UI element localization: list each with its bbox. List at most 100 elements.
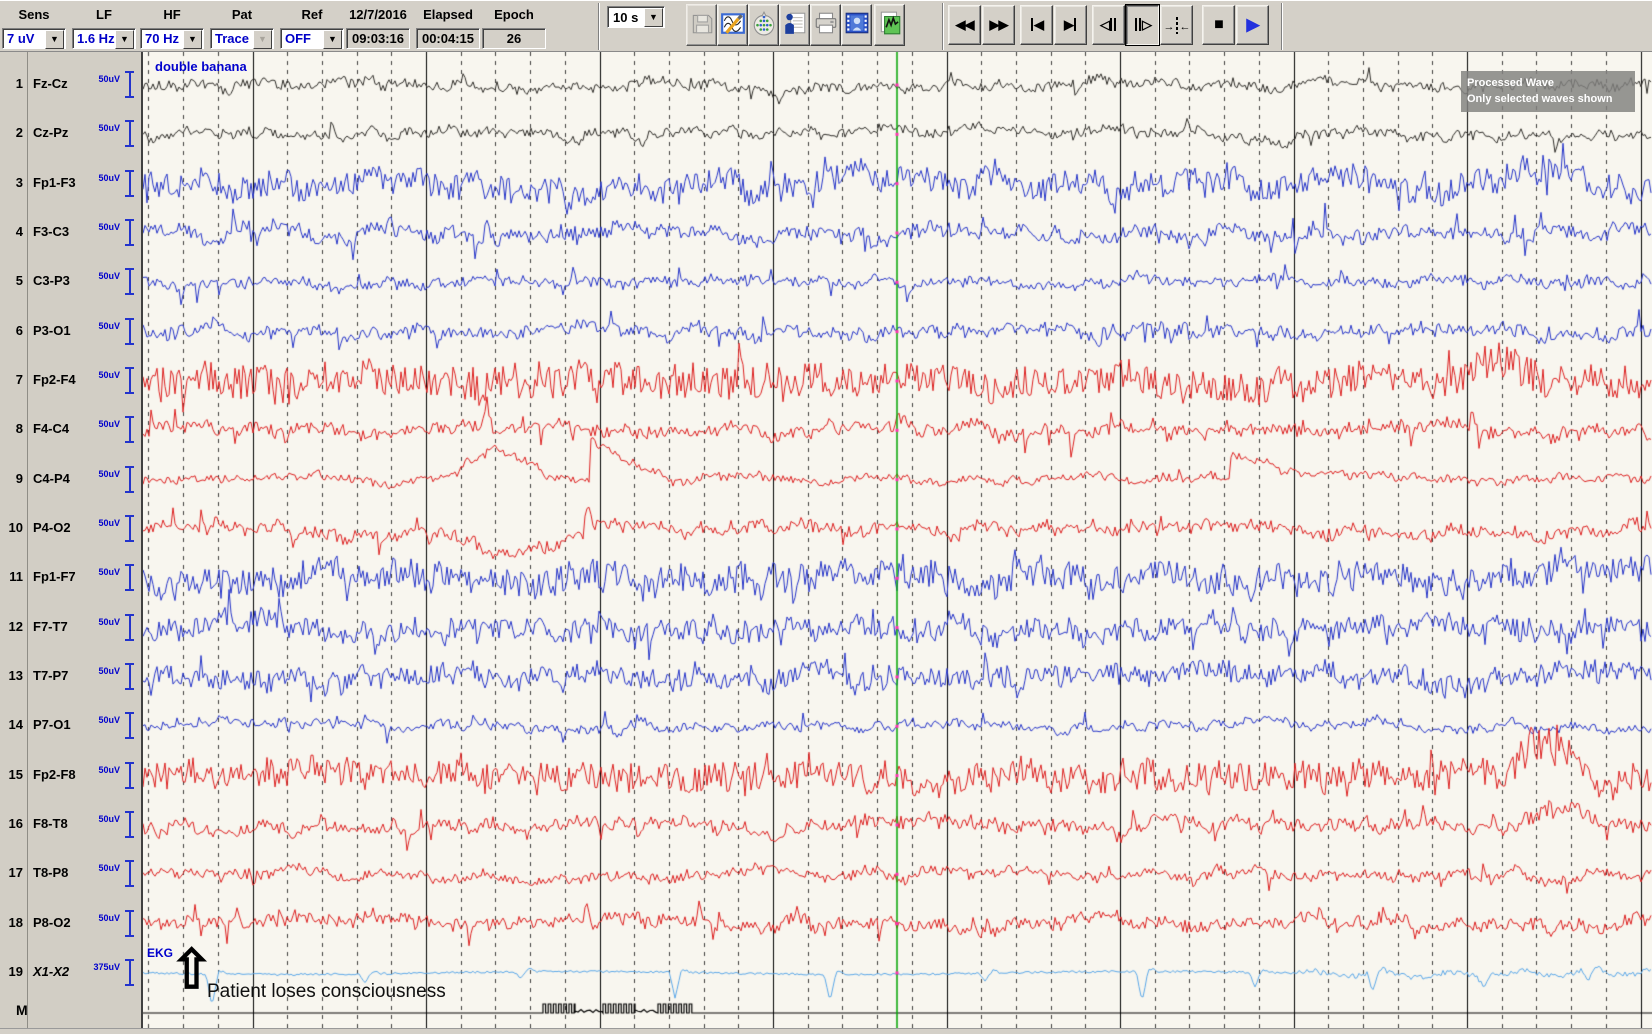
channel-number: 6 xyxy=(0,323,23,338)
channel-name: Fp1-F3 xyxy=(33,175,76,190)
channel-row-P3-O1[interactable]: 6P3-O150uV xyxy=(0,321,141,343)
step-back-icon: ◁ xyxy=(1100,17,1117,33)
channel-name: C4-P4 xyxy=(33,471,70,486)
channel-number: 13 xyxy=(0,668,23,683)
channel-row-P4-O2[interactable]: 10P4-O250uV xyxy=(0,518,141,540)
scale-bracket-icon xyxy=(125,466,134,493)
stop-button[interactable]: ■ xyxy=(1202,5,1235,45)
chevron-down-icon[interactable]: ▼ xyxy=(115,30,134,49)
patient-info-button[interactable] xyxy=(779,4,810,46)
go-to-start-button[interactable]: ◀ xyxy=(1020,5,1053,45)
channel-scale-label: 50uV xyxy=(98,173,120,183)
channel-row-T8-P8[interactable]: 17T8-P850uV xyxy=(0,863,141,885)
marker-row-label: M xyxy=(16,1002,28,1018)
channel-scale-label: 50uV xyxy=(98,518,120,528)
rewind-button[interactable]: ◀◀ xyxy=(948,5,981,45)
channel-scale-label: 50uV xyxy=(98,271,120,281)
channel-number: 17 xyxy=(0,865,23,880)
channel-scale-label: 50uV xyxy=(98,617,120,627)
channel-number: 2 xyxy=(0,125,23,140)
overlay-line1: Processed Wave xyxy=(1467,75,1629,91)
page-duration-value: 10 s xyxy=(613,10,638,25)
channel-row-Fp2-F4[interactable]: 7Fp2-F450uV xyxy=(0,370,141,392)
eeg-trace-canvas xyxy=(143,52,1652,1034)
channel-name: Cz-Pz xyxy=(33,125,68,140)
channel-scale-label: 50uV xyxy=(98,370,120,380)
page-duration-combo[interactable]: 10 s ▼ xyxy=(607,6,665,28)
go-to-start-icon: ◀ xyxy=(1030,17,1043,33)
channel-row-F4-C4[interactable]: 8F4-C450uV xyxy=(0,419,141,441)
channel-number: 10 xyxy=(0,520,23,535)
channel-row-P8-O2[interactable]: 18P8-O250uV xyxy=(0,913,141,935)
eeg-trace-area: double banana EKG Processed Wave Only se… xyxy=(143,52,1652,1034)
scale-bracket-icon xyxy=(125,762,134,789)
chevron-down-icon[interactable]: ▼ xyxy=(644,8,663,27)
scale-bracket-icon xyxy=(125,910,134,937)
pat-combo[interactable]: Trace▼ xyxy=(210,28,274,49)
lf-combo[interactable]: 1.6 Hz▼ xyxy=(72,28,136,49)
channel-row-T7-P7[interactable]: 13T7-P750uV xyxy=(0,666,141,688)
signal-icon xyxy=(877,10,903,41)
channel-row-Cz-Pz[interactable]: 2Cz-Pz50uV xyxy=(0,123,141,145)
scale-bracket-icon xyxy=(125,712,134,739)
go-to-end-button[interactable]: ▶ xyxy=(1054,5,1087,45)
step-back-button[interactable]: ◁ xyxy=(1092,5,1125,45)
channel-number: 4 xyxy=(0,224,23,239)
electrode-map-button[interactable] xyxy=(748,4,779,46)
scale-bracket-icon xyxy=(125,367,134,394)
channel-row-Fp2-F8[interactable]: 15Fp2-F850uV xyxy=(0,765,141,787)
fast-forward-icon: ▶▶ xyxy=(990,17,1008,33)
processed-wave-button[interactable] xyxy=(874,4,905,46)
chevron-down-icon[interactable]: ▼ xyxy=(45,30,64,49)
channel-scale-label: 50uV xyxy=(98,74,120,84)
save-button xyxy=(686,4,717,46)
channel-number: 7 xyxy=(0,372,23,387)
sync-button[interactable]: →← xyxy=(1160,5,1193,45)
channel-row-P7-O1[interactable]: 14P7-O150uV xyxy=(0,715,141,737)
scale-bracket-icon xyxy=(125,860,134,887)
channel-name: F3-C3 xyxy=(33,224,69,239)
chevron-down-icon[interactable]: ▼ xyxy=(323,30,342,49)
channel-row-X1-X2[interactable]: 19X1-X2375uV xyxy=(0,962,141,984)
channel-row-C3-P3[interactable]: 5 C3-P3 50uV xyxy=(0,271,141,293)
channel-row-F8-T8[interactable]: 16F8-T850uV xyxy=(0,814,141,836)
channel-number: 1 xyxy=(0,76,23,91)
channel-name: F4-C4 xyxy=(33,421,69,436)
play-button[interactable]: ▶ xyxy=(1236,5,1269,45)
scale-bracket-icon xyxy=(125,120,134,147)
scale-bracket-icon xyxy=(125,515,134,542)
scale-bracket-icon xyxy=(125,416,134,443)
channel-number: 5 xyxy=(0,273,23,288)
chevron-down-icon[interactable]: ▼ xyxy=(183,30,202,49)
sync-icon: →← xyxy=(1164,17,1190,34)
channel-scale-label: 50uV xyxy=(98,863,120,873)
channel-scale-label: 50uV xyxy=(98,419,120,429)
channel-row-Fp1-F7[interactable]: 11Fp1-F750uV xyxy=(0,567,141,589)
montage-label: double banana xyxy=(155,59,247,74)
field-epoch: Epoch26 xyxy=(482,1,546,53)
main-toolbar: Sens7 uV▼LF1.6 Hz▼HF70 Hz▼PatTrace▼RefOF… xyxy=(0,0,1652,52)
wave-settings-button[interactable] xyxy=(717,4,748,46)
fast-forward-button[interactable]: ▶▶ xyxy=(982,5,1015,45)
channel-row-F7-T7[interactable]: 12F7-T750uV xyxy=(0,617,141,639)
scale-bracket-icon xyxy=(125,268,134,295)
channel-row-Fz-Cz[interactable]: 1Fz-Cz50uV xyxy=(0,74,141,96)
channel-name: F7-T7 xyxy=(33,619,68,634)
hf-combo[interactable]: 70 Hz ▼ xyxy=(140,28,204,49)
processed-wave-overlay: Processed Wave Only selected waves shown xyxy=(1461,71,1635,112)
sens-combo[interactable]: 7 uV▼ xyxy=(2,28,66,49)
video-button[interactable] xyxy=(841,4,872,46)
channel-row-F3-C3[interactable]: 4F3-C350uV xyxy=(0,222,141,244)
channel-row-C4-P4[interactable]: 9C4-P450uV xyxy=(0,469,141,491)
step-forward-icon: ▷ xyxy=(1134,17,1151,33)
scale-bracket-icon xyxy=(125,811,134,838)
hf-value: 70 Hz xyxy=(145,31,179,46)
channel-scale-label: 375uV xyxy=(93,962,120,972)
ref-combo[interactable]: OFF▼ xyxy=(280,28,344,49)
step-forward-button[interactable]: ▷ xyxy=(1126,5,1159,45)
channel-row-Fp1-F3[interactable]: 3Fp1-F350uV xyxy=(0,173,141,195)
channel-name: C3-P3 xyxy=(33,273,70,288)
channel-number: 9 xyxy=(0,471,23,486)
scale-bracket-icon xyxy=(125,71,134,98)
print-button[interactable] xyxy=(810,4,841,46)
